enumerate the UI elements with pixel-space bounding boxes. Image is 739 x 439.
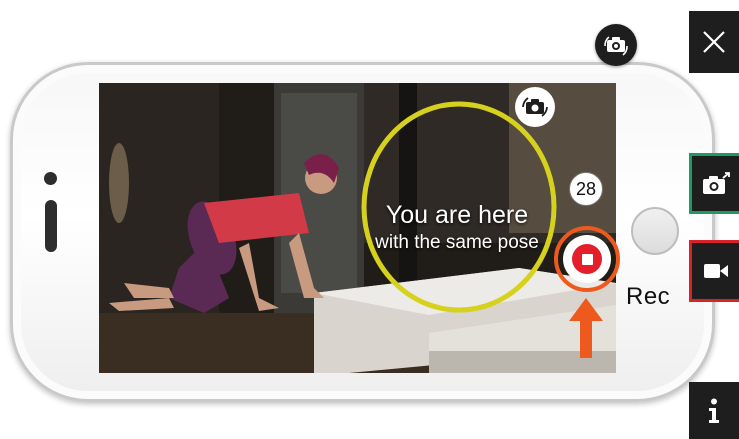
countdown-badge: 28	[569, 172, 603, 206]
switch-camera-button[interactable]	[595, 24, 637, 66]
phone-home-button	[631, 207, 679, 255]
video-mode-button[interactable]	[689, 240, 739, 302]
info-button[interactable]	[689, 382, 739, 439]
rec-label: Rec	[626, 283, 671, 310]
photo-mode-button[interactable]	[689, 153, 739, 214]
camera-icon	[702, 171, 730, 194]
close-button[interactable]	[689, 11, 739, 73]
switch-camera-icon	[522, 97, 548, 117]
pose-guide-text: You are here with the same pose	[357, 200, 557, 256]
phone-speaker	[45, 200, 57, 252]
phone-front-camera	[44, 172, 57, 185]
pose-guide-title: You are here	[385, 201, 529, 229]
screen-switch-camera-button[interactable]	[515, 87, 555, 127]
close-icon	[703, 31, 725, 53]
stop-record-button[interactable]	[563, 235, 611, 283]
record-indicator	[572, 244, 602, 274]
stop-icon	[581, 253, 593, 265]
switch-camera-icon	[604, 36, 628, 56]
pose-guide-subtitle: with the same pose	[375, 232, 539, 253]
video-camera-icon	[703, 264, 728, 278]
info-icon	[709, 398, 719, 423]
